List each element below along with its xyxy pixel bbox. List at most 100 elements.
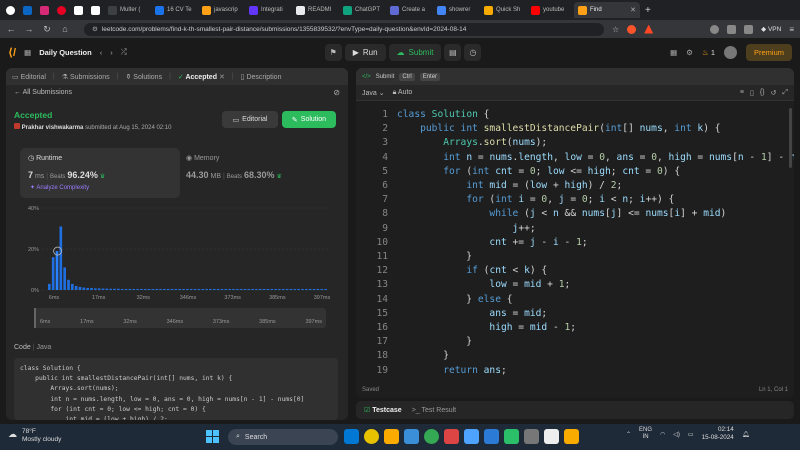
- home-icon[interactable]: ⌂: [60, 24, 70, 34]
- code-line[interactable]: 19 return ans;: [356, 364, 794, 378]
- battery-icon[interactable]: ▭: [688, 431, 694, 438]
- fullscreen-icon[interactable]: ⤢: [782, 89, 788, 97]
- daily-question-title[interactable]: Daily Question: [39, 48, 92, 57]
- run-button[interactable]: ▶ Run: [344, 43, 386, 61]
- code-line[interactable]: 2 public int smallestDistancePair(int[] …: [356, 122, 794, 136]
- code-line[interactable]: 13 low = mid + 1;: [356, 278, 794, 292]
- reload-icon[interactable]: ↻: [42, 24, 52, 35]
- layout-icon[interactable]: ▦: [670, 48, 677, 57]
- submit-button[interactable]: ☁ Submit: [388, 43, 442, 61]
- brave-shield-icon[interactable]: [627, 24, 637, 34]
- brave-rewards-icon[interactable]: [644, 24, 654, 34]
- ms-store-icon[interactable]: [484, 429, 499, 444]
- code-line[interactable]: 9 j++;: [356, 222, 794, 236]
- code-editor[interactable]: 1 class Solution {2 public int smallestDi…: [356, 104, 794, 382]
- tab-testcase[interactable]: ☑ Testcase: [364, 406, 402, 414]
- prev-problem-icon[interactable]: ‹: [100, 48, 103, 57]
- vpn-button[interactable]: ◆ VPN: [761, 25, 781, 33]
- next-problem-icon[interactable]: ›: [110, 48, 113, 57]
- new-tab-button[interactable]: +: [641, 2, 655, 18]
- close-tab-icon[interactable]: ✕: [630, 6, 636, 14]
- pinned-tab-github[interactable]: [2, 2, 18, 18]
- pinned-tab-p[interactable]: [70, 2, 86, 18]
- menu-icon[interactable]: ≡: [789, 25, 794, 34]
- tab-description[interactable]: ▯ Description: [241, 73, 282, 81]
- browser-tab[interactable]: javascrip: [198, 2, 244, 18]
- vscode-icon[interactable]: [464, 429, 479, 444]
- runtime-card[interactable]: ◷ Runtime 7 ms | Beats 96.24% ♛ ✦ Analyz…: [20, 148, 180, 198]
- all-submissions-link[interactable]: ← All Submissions: [14, 89, 72, 96]
- tab-accepted[interactable]: ✓ Accepted ✕: [178, 73, 225, 81]
- code-line[interactable]: 11 }: [356, 250, 794, 264]
- link-icon[interactable]: ⊘: [333, 88, 340, 97]
- browser-tab[interactable]: Create a: [386, 2, 432, 18]
- format-icon[interactable]: ≡: [740, 89, 744, 97]
- file-explorer-icon[interactable]: [384, 429, 399, 444]
- bookmark-icon[interactable]: ▯: [750, 89, 754, 97]
- pinned-tab-linkedin[interactable]: [19, 2, 35, 18]
- avatar[interactable]: [723, 45, 737, 59]
- code-line[interactable]: 18 }: [356, 349, 794, 363]
- sidebar-icon[interactable]: [727, 24, 737, 34]
- code-line[interactable]: 4 int n = nums.length, low = 0, ans = 0,…: [356, 151, 794, 165]
- app-icon[interactable]: [564, 429, 579, 444]
- notification-icon[interactable]: 🔔︎: [742, 431, 750, 438]
- media-icon[interactable]: [504, 429, 519, 444]
- browser-tab[interactable]: Multer (: [104, 2, 150, 18]
- solution-button[interactable]: ✎ Solution: [282, 111, 336, 128]
- reset-icon[interactable]: ↺: [771, 89, 777, 97]
- url-input[interactable]: ⚙ leetcode.com/problems/find-k-th-smalle…: [84, 22, 604, 36]
- auto-mode-toggle[interactable]: 🔒︎ Auto: [393, 89, 413, 97]
- analyze-complexity-link[interactable]: ✦ Analyze Complexity: [30, 184, 89, 191]
- browser-tab[interactable]: youtube: [527, 2, 573, 18]
- pinned-tab-instagram[interactable]: [36, 2, 52, 18]
- code-line[interactable]: 7 for (int i = 0, j = 0; i < n; i++) {: [356, 193, 794, 207]
- chrome-icon[interactable]: [364, 429, 379, 444]
- code-line[interactable]: 10 cnt += j - i - 1;: [356, 236, 794, 250]
- volume-icon[interactable]: ◁): [673, 431, 680, 438]
- notes-icon[interactable]: ▤: [444, 43, 462, 61]
- teams-icon[interactable]: [404, 429, 419, 444]
- user-name[interactable]: Prakhar vishwakarma: [22, 125, 84, 131]
- site-info-icon[interactable]: ⚙: [92, 25, 98, 33]
- weather-widget[interactable]: ☁ 78°F Mostly cloudy: [8, 428, 61, 444]
- tab-test-result[interactable]: >_ Test Result: [412, 407, 456, 414]
- tab-solutions[interactable]: ⚱ Solutions: [125, 73, 162, 81]
- tab-editorial[interactable]: ▭ Editorial: [12, 73, 46, 81]
- code-line[interactable]: 17 }: [356, 335, 794, 349]
- code-line[interactable]: 5 for (int cnt = 0; low <= high; cnt = 0…: [356, 165, 794, 179]
- browser-tab[interactable]: Integrati: [245, 2, 291, 18]
- slider-handle[interactable]: [34, 308, 36, 328]
- code-line[interactable]: 16 high = mid - 1;: [356, 321, 794, 335]
- notes-icon[interactable]: [544, 429, 559, 444]
- settings-icon[interactable]: ⚙: [686, 48, 693, 57]
- apps-icon[interactable]: [524, 429, 539, 444]
- brave-icon[interactable]: [444, 429, 459, 444]
- language-indicator[interactable]: ENG IN: [639, 427, 652, 441]
- back-icon[interactable]: ←: [6, 24, 16, 34]
- tab-submissions[interactable]: ⚗ Submissions: [62, 73, 110, 81]
- taskbar-search[interactable]: ⌕ Search: [228, 429, 338, 445]
- code-line[interactable]: 12 if (cnt < k) {: [356, 264, 794, 278]
- menu-grid-icon[interactable]: ▦: [24, 48, 31, 57]
- editor-tab-submit-label[interactable]: Submit: [376, 74, 395, 80]
- runtime-distribution-chart[interactable]: 40% 20% 0% 6ms 17ms 32ms 346ms 373ms 385ms 397ms: [20, 200, 338, 302]
- shuffle-icon[interactable]: ⤮: [121, 47, 127, 57]
- active-tab[interactable]: Find ✕: [574, 2, 640, 18]
- chevron-up-icon[interactable]: ⌃: [626, 431, 631, 438]
- browser-tab[interactable]: Quick Sh: [480, 2, 526, 18]
- browser-tab[interactable]: 16 CV Te: [151, 2, 197, 18]
- close-tab-icon[interactable]: ✕: [219, 74, 225, 81]
- memory-card[interactable]: ◉ Memory 44.30 MB | Beats 68.30% ♛: [182, 148, 332, 198]
- wifi-icon[interactable]: ◠: [660, 431, 665, 438]
- code-line[interactable]: 1 class Solution {: [356, 108, 794, 122]
- code-line[interactable]: 15 ans = mid;: [356, 307, 794, 321]
- browser-tab[interactable]: READMI: [292, 2, 338, 18]
- debug-icon[interactable]: ⚑: [324, 43, 342, 61]
- editor-scrollbar[interactable]: [789, 108, 792, 168]
- wallet-icon[interactable]: [744, 24, 754, 34]
- forward-icon[interactable]: →: [24, 24, 34, 34]
- code-line[interactable]: 3 Arrays.sort(nums);: [356, 136, 794, 150]
- streak-counter[interactable]: ♨ 1: [702, 48, 715, 57]
- chrome-profile-icon[interactable]: [424, 429, 439, 444]
